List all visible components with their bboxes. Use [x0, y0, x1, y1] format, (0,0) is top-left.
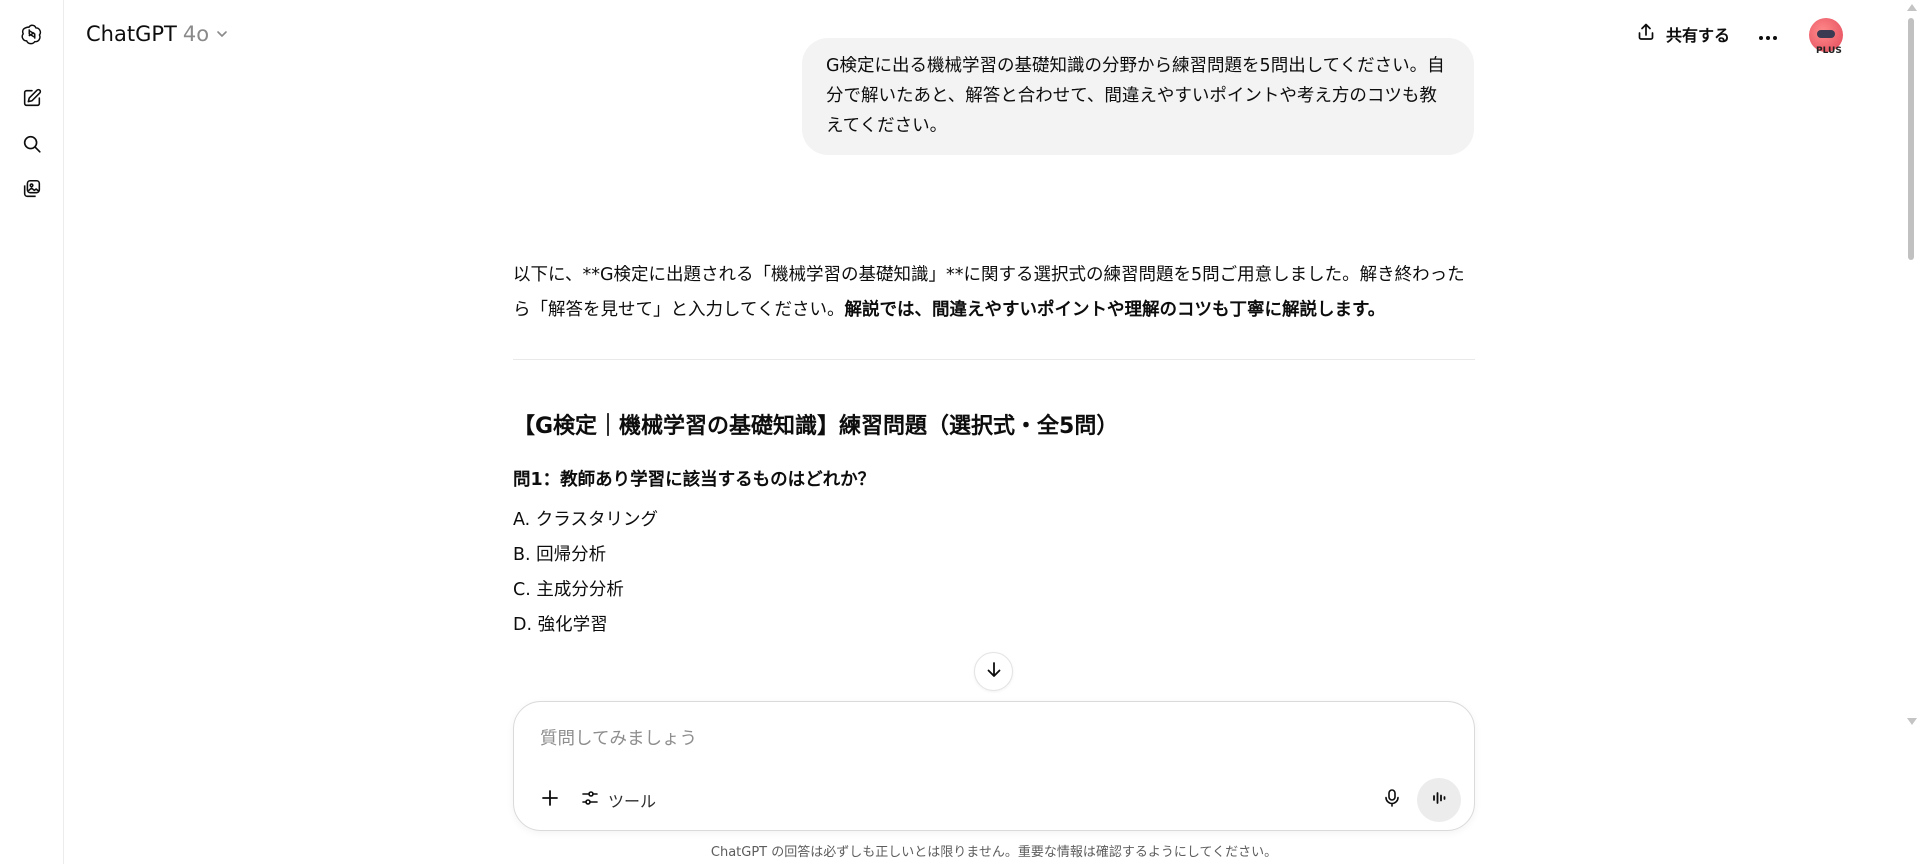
- prompt-input[interactable]: [540, 724, 1340, 754]
- share-button[interactable]: 共有する: [1636, 17, 1730, 51]
- tools-icon: [580, 788, 600, 812]
- openai-logo-icon[interactable]: [16, 18, 48, 50]
- arrow-down-icon: [985, 661, 1003, 683]
- assistant-message: 以下に、**G検定に出題される「機械学習の基礎知識」**に関する選択式の練習問題…: [513, 258, 1475, 643]
- library-icon[interactable]: [16, 173, 48, 205]
- search-icon[interactable]: [16, 128, 48, 160]
- message-composer: ツール: [513, 701, 1475, 831]
- mic-icon: [1382, 788, 1402, 812]
- chevron-down-icon: [215, 22, 229, 46]
- disclaimer: ChatGPT の回答は必ずしも正しいとは限りません。重要な情報は確認するように…: [710, 845, 1278, 860]
- divider: [513, 359, 1475, 360]
- scroll-down-arrow-icon[interactable]: [1907, 718, 1917, 725]
- model-version: 4o: [182, 22, 210, 46]
- new-chat-icon[interactable]: [16, 82, 48, 114]
- user-message: G検定に出る機械学習の基礎知識の分野から練習問題を5問出してください。自分で解い…: [802, 38, 1474, 155]
- option-a: A. クラスタリング: [513, 510, 658, 530]
- tools-button[interactable]: ツール: [580, 782, 656, 818]
- question-options: A. クラスタリング B. 回帰分析 C. 主成分分析 D. 強化学習: [513, 503, 1475, 643]
- question-title: 問1：教師あり学習に該当するものはどれか？: [513, 470, 876, 490]
- add-attachment-button[interactable]: [532, 782, 568, 818]
- model-switcher[interactable]: ChatGPT 4o: [86, 18, 229, 50]
- section-title: 【G検定｜機械学習の基礎知識】練習問題（選択式・全5問）: [513, 414, 1119, 439]
- more-icon: [1758, 22, 1778, 46]
- option-c: C. 主成分分析: [513, 580, 624, 600]
- sidebar-rail: [0, 0, 64, 864]
- more-options-button[interactable]: [1753, 20, 1783, 48]
- scrollbar[interactable]: [1903, 0, 1919, 730]
- scroll-up-arrow-icon[interactable]: [1907, 4, 1917, 11]
- model-name: ChatGPT: [86, 22, 177, 46]
- plan-badge: PLUS: [1816, 46, 1842, 56]
- voice-mode-icon: [1429, 788, 1449, 812]
- dictation-button[interactable]: [1374, 782, 1410, 818]
- plus-icon: [540, 788, 560, 812]
- voice-mode-button[interactable]: [1417, 778, 1461, 822]
- share-label: 共有する: [1666, 26, 1731, 45]
- scroll-to-bottom-button[interactable]: [974, 652, 1013, 691]
- assistant-intro-bold: 解説では、間違えやすいポイントや理解のコツも丁寧に解説します。: [844, 300, 1386, 320]
- tools-label: ツール: [608, 792, 657, 811]
- assistant-intro: 以下に、**G検定に出題される「機械学習の基礎知識」**に関する選択式の練習問題…: [513, 258, 1475, 328]
- option-d: D. 強化学習: [513, 615, 608, 635]
- chat-app: ChatGPT 4o 共有する PLUS G検定に出る機械学習の基礎知識の分野か…: [0, 0, 1919, 864]
- share-icon: [1636, 22, 1656, 46]
- avatar-face: [1817, 30, 1835, 38]
- scrollbar-thumb[interactable]: [1908, 18, 1914, 260]
- option-b: B. 回帰分析: [513, 545, 607, 565]
